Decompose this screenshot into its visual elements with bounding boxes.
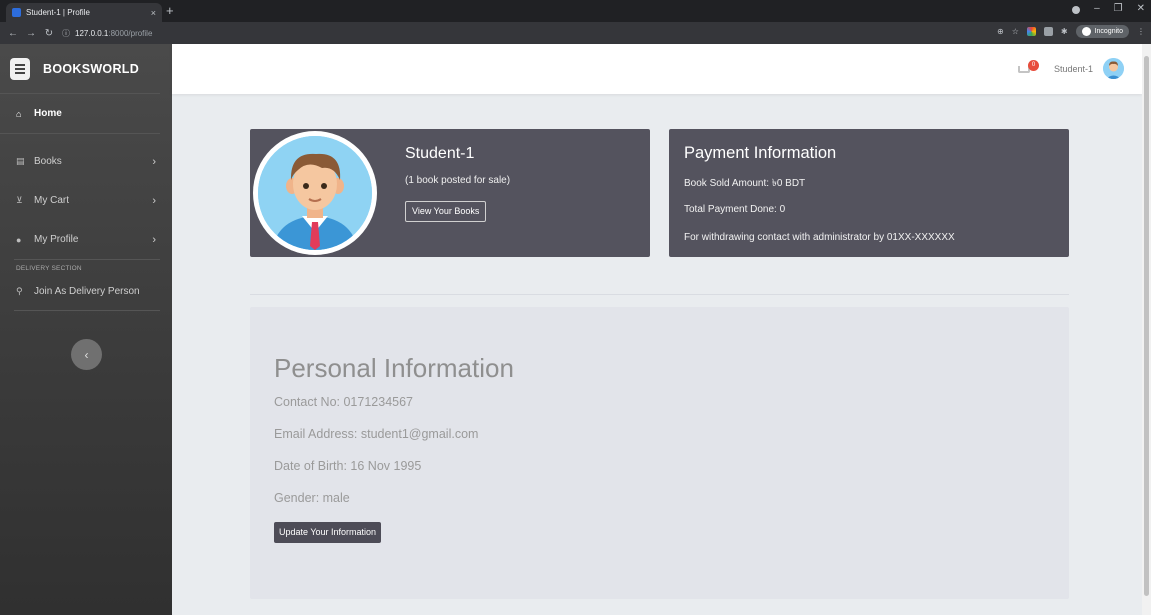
brand[interactable]: BOOKSWORLD xyxy=(0,44,160,94)
forward-icon[interactable]: → xyxy=(26,28,36,39)
sidebar-item-my-profile[interactable]: ● My Profile › xyxy=(0,220,172,259)
url-path: :8000/profile xyxy=(108,28,153,38)
close-window-button[interactable]: ✕ xyxy=(1137,3,1145,14)
profile-card: Student-1 (1 book posted for sale) View … xyxy=(250,129,650,257)
profile-avatar xyxy=(253,131,377,255)
cart-icon: ⊻ xyxy=(16,195,23,205)
page-scrollbar[interactable] xyxy=(1142,44,1151,615)
sidebar-item-home[interactable]: ⌂ Home xyxy=(0,94,160,134)
cart-button[interactable]: 0 xyxy=(1018,60,1039,76)
incognito-label: Incognito xyxy=(1094,28,1123,35)
profile-name: Student-1 xyxy=(405,145,475,162)
scrollbar-thumb[interactable] xyxy=(1144,56,1149,596)
sidebar-item-join-delivery[interactable]: ⚲ Join As Delivery Person xyxy=(0,276,172,306)
extension-icon[interactable] xyxy=(1043,27,1053,36)
sidebar-item-label: Books xyxy=(34,156,62,167)
personal-info-title: Personal Information xyxy=(274,353,514,383)
minimize-button[interactable]: – xyxy=(1094,3,1100,14)
menu-icon[interactable]: ⋮ xyxy=(1137,27,1145,36)
address-bar[interactable]: ⓘ 127.0.0.1:8000/profile xyxy=(62,25,222,41)
bookmark-star-icon[interactable]: ☆ xyxy=(1012,27,1019,36)
tab-title: Student-1 | Profile xyxy=(26,8,90,17)
payment-title: Payment Information xyxy=(684,144,837,162)
tab-close-icon[interactable]: × xyxy=(151,8,156,18)
record-icon xyxy=(1072,6,1081,14)
book-icon: ▤ xyxy=(16,156,25,166)
update-information-button[interactable]: Update Your Information xyxy=(274,522,382,543)
gender: Gender: male xyxy=(274,491,350,505)
toolbar-actions: ⊕ ☆ ✱ Incognito ⋮ xyxy=(997,25,1145,38)
zoom-icon[interactable]: ⊕ xyxy=(997,27,1004,36)
browser-tab-bar: Student-1 | Profile × + – ❐ ✕ xyxy=(0,0,1151,22)
brand-name: BOOKSWORLD xyxy=(43,61,140,76)
maximize-button[interactable]: ❐ xyxy=(1114,3,1123,14)
payment-card: Payment Information Book Sold Amount: ৳0… xyxy=(669,129,1069,257)
book-logo-icon xyxy=(10,57,30,80)
date-of-birth: Date of Birth: 16 Nov 1995 xyxy=(274,459,422,473)
section-divider xyxy=(250,294,1069,295)
puzzle-icon[interactable]: ✱ xyxy=(1061,27,1068,36)
sidebar-item-my-cart[interactable]: ⊻ My Cart › xyxy=(0,181,172,220)
bicycle-icon: ⚲ xyxy=(16,285,23,296)
sidebar-collapse-button[interactable]: ‹ xyxy=(71,339,102,370)
chevron-right-icon: › xyxy=(152,155,156,168)
email-address: Email Address: student1@gmail.com xyxy=(274,427,479,441)
sidebar-item-label: My Cart xyxy=(34,195,69,206)
top-navbar: 0 Student-1 xyxy=(172,44,1142,94)
reload-icon[interactable]: ↻ xyxy=(44,28,54,39)
favicon-icon xyxy=(12,8,21,17)
sidebar-item-label: Home xyxy=(34,108,62,119)
withdraw-note: For withdrawing contact with administrat… xyxy=(684,232,955,243)
sidebar-item-label: My Profile xyxy=(34,234,79,245)
window-controls: – ❐ ✕ xyxy=(1072,3,1145,14)
url-host: 127.0.0.1 xyxy=(75,28,109,38)
sold-amount: Book Sold Amount: ৳0 BDT xyxy=(684,178,806,189)
user-name[interactable]: Student-1 xyxy=(1054,64,1093,74)
student-avatar-icon xyxy=(258,136,372,250)
incognito-icon xyxy=(1081,27,1091,36)
info-icon[interactable]: ⓘ xyxy=(62,28,70,39)
total-payment: Total Payment Done: 0 xyxy=(684,204,786,215)
section-heading: DELIVERY SECTION xyxy=(16,265,82,272)
sidebar-divider xyxy=(14,310,160,311)
cart-count-badge: 0 xyxy=(1028,60,1039,71)
incognito-badge[interactable]: Incognito xyxy=(1075,25,1129,38)
sidebar-item-label: Join As Delivery Person xyxy=(34,285,140,297)
books-posted-count: (1 book posted for sale) xyxy=(405,175,511,186)
chevron-right-icon: › xyxy=(152,194,156,207)
chevron-right-icon: › xyxy=(152,233,156,246)
browser-tab[interactable]: Student-1 | Profile × xyxy=(6,3,162,22)
new-tab-button[interactable]: + xyxy=(166,3,174,19)
personal-info-panel: Personal Information Contact No: 0171234… xyxy=(250,307,1069,599)
home-icon: ⌂ xyxy=(16,108,22,119)
avatar[interactable] xyxy=(1103,58,1124,79)
back-icon[interactable]: ← xyxy=(8,28,18,39)
color-extension-icon[interactable] xyxy=(1026,27,1036,36)
user-icon: ● xyxy=(16,234,22,245)
sidebar-item-books[interactable]: ▤ Books › xyxy=(0,142,172,181)
view-your-books-button[interactable]: View Your Books xyxy=(405,201,487,222)
contact-number: Contact No: 0171234567 xyxy=(274,395,413,409)
sidebar: BOOKSWORLD ⌂ Home ▤ Books › ⊻ My Cart › … xyxy=(0,44,172,615)
browser-toolbar: ← → ↻ ⓘ 127.0.0.1:8000/profile ⊕ ☆ ✱ Inc… xyxy=(0,22,1151,44)
